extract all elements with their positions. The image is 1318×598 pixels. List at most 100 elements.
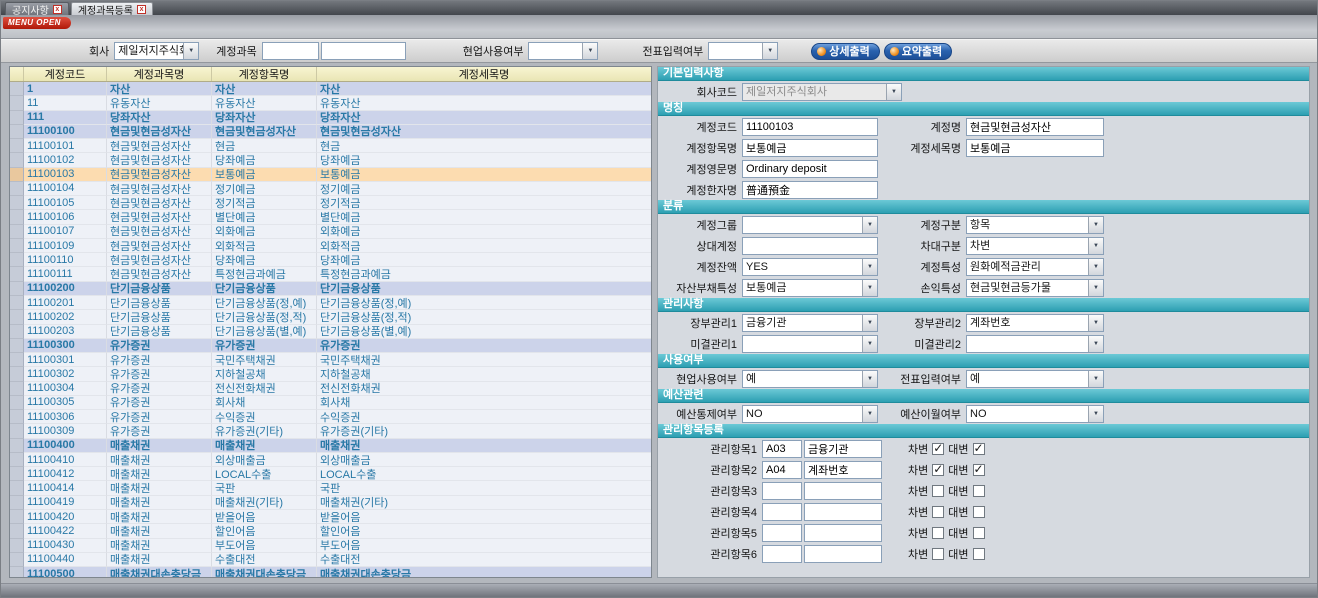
english-name-input[interactable] bbox=[742, 160, 878, 178]
mgmt-item-name-input[interactable] bbox=[804, 524, 882, 542]
row-indicator-cell[interactable] bbox=[10, 353, 24, 367]
table-row[interactable]: 11100410 매출채권 외상매출금 외상매출금 bbox=[10, 453, 651, 467]
ledger2-select[interactable]: 계좌번호 ▼ bbox=[966, 314, 1104, 332]
mgmt-item-code-input[interactable] bbox=[762, 440, 802, 458]
menu-open-button[interactable]: MENU OPEN bbox=[3, 17, 71, 29]
chevron-down-icon[interactable]: ▼ bbox=[1088, 406, 1103, 422]
mgmt-item-code-input[interactable] bbox=[762, 482, 802, 500]
table-row[interactable]: 11100500 매출채권대손충당금 매출채권대손충당금 매출채권대손충당금 bbox=[10, 567, 651, 577]
row-indicator-cell[interactable] bbox=[10, 225, 24, 239]
table-row[interactable]: 11 유동자산 유동자산 유동자산 bbox=[10, 96, 651, 110]
row-indicator-cell[interactable] bbox=[10, 467, 24, 481]
table-row[interactable]: 11100304 유가증권 전신전화채권 전신전화채권 bbox=[10, 382, 651, 396]
row-indicator-cell[interactable] bbox=[10, 196, 24, 210]
company-code-select[interactable]: 제일저지주식회사 ▼ bbox=[742, 83, 902, 101]
row-indicator-cell[interactable] bbox=[10, 481, 24, 495]
pending2-select[interactable]: ▼ bbox=[966, 335, 1104, 353]
budget-ctrl-select[interactable]: NO ▼ bbox=[742, 405, 878, 423]
debit-checkbox[interactable] bbox=[932, 443, 944, 455]
row-indicator-cell[interactable] bbox=[10, 296, 24, 310]
account-code-input[interactable] bbox=[742, 118, 878, 136]
row-indicator-cell[interactable] bbox=[10, 367, 24, 381]
chevron-down-icon[interactable]: ▼ bbox=[1088, 371, 1103, 387]
row-indicator-cell[interactable] bbox=[10, 182, 24, 196]
table-row[interactable]: 11100104 현금및현금성자산 정기예금 정기예금 bbox=[10, 182, 651, 196]
table-row[interactable]: 11100102 현금및현금성자산 당좌예금 당좌예금 bbox=[10, 153, 651, 167]
tab-account-registration[interactable]: 계정과목등록 x bbox=[71, 2, 153, 15]
row-indicator-cell[interactable] bbox=[10, 111, 24, 125]
account-name-filter-input[interactable] bbox=[321, 42, 406, 60]
credit-checkbox[interactable] bbox=[973, 443, 985, 455]
table-row[interactable]: 11100105 현금및현금성자산 정기적금 정기적금 bbox=[10, 196, 651, 210]
table-row[interactable]: 11100440 매출채권 수출대전 수출대전 bbox=[10, 553, 651, 567]
debit-checkbox[interactable] bbox=[932, 548, 944, 560]
row-indicator-cell[interactable] bbox=[10, 524, 24, 538]
row-indicator-cell[interactable] bbox=[10, 553, 24, 567]
chevron-down-icon[interactable]: ▼ bbox=[862, 315, 877, 331]
asset-trait-select[interactable]: 보통예금 ▼ bbox=[742, 279, 878, 297]
table-row[interactable]: 11100414 매출채권 국판 국판 bbox=[10, 481, 651, 495]
header-account-detail[interactable]: 계정세목명 bbox=[317, 67, 651, 81]
credit-checkbox[interactable] bbox=[973, 485, 985, 497]
row-indicator-cell[interactable] bbox=[10, 210, 24, 224]
table-row[interactable]: 11100305 유가증권 회사채 회사채 bbox=[10, 396, 651, 410]
counter-account-input[interactable] bbox=[742, 237, 878, 255]
row-indicator-cell[interactable] bbox=[10, 382, 24, 396]
row-indicator-cell[interactable] bbox=[10, 410, 24, 424]
row-indicator-cell[interactable] bbox=[10, 539, 24, 553]
field-use-select[interactable]: 예 ▼ bbox=[742, 370, 878, 388]
table-row[interactable]: 11100422 매출채권 할인어음 할인어음 bbox=[10, 524, 651, 538]
account-name-input[interactable] bbox=[966, 118, 1104, 136]
account-code-filter-input[interactable] bbox=[262, 42, 319, 60]
chevron-down-icon[interactable]: ▼ bbox=[762, 43, 777, 59]
row-indicator-cell[interactable] bbox=[10, 453, 24, 467]
row-indicator-cell[interactable] bbox=[10, 253, 24, 267]
mgmt-item-name-input[interactable] bbox=[804, 503, 882, 521]
chevron-down-icon[interactable]: ▼ bbox=[862, 371, 877, 387]
chevron-down-icon[interactable]: ▼ bbox=[1088, 280, 1103, 296]
budget-carry-select[interactable]: NO ▼ bbox=[966, 405, 1104, 423]
tab-close-icon[interactable]: x bbox=[137, 5, 146, 14]
chevron-down-icon[interactable]: ▼ bbox=[862, 406, 877, 422]
field-use-filter-select[interactable]: ▼ bbox=[528, 42, 598, 60]
debit-checkbox[interactable] bbox=[932, 527, 944, 539]
chevron-down-icon[interactable]: ▼ bbox=[862, 336, 877, 352]
chevron-down-icon[interactable]: ▼ bbox=[862, 280, 877, 296]
debit-checkbox[interactable] bbox=[932, 485, 944, 497]
table-row[interactable]: 11100400 매출채권 매출채권 매출채권 bbox=[10, 439, 651, 453]
row-indicator-cell[interactable] bbox=[10, 396, 24, 410]
mgmt-item-name-input[interactable] bbox=[804, 461, 882, 479]
tab-close-icon[interactable]: x bbox=[53, 5, 62, 14]
row-indicator-cell[interactable] bbox=[10, 125, 24, 139]
row-indicator-cell[interactable] bbox=[10, 239, 24, 253]
table-row[interactable]: 11100412 매출채권 LOCAL수출 LOCAL수출 bbox=[10, 467, 651, 481]
table-row[interactable]: 111 당좌자산 당좌자산 당좌자산 bbox=[10, 111, 651, 125]
tab-notice[interactable]: 공지사항 x bbox=[5, 2, 69, 15]
account-group-select[interactable]: ▼ bbox=[742, 216, 878, 234]
table-row[interactable]: 11100200 단기금융상품 단기금융상품 단기금융상품 bbox=[10, 282, 651, 296]
row-indicator-cell[interactable] bbox=[10, 339, 24, 353]
row-indicator-cell[interactable] bbox=[10, 424, 24, 438]
table-row[interactable]: 11100109 현금및현금성자산 외화적금 외화적금 bbox=[10, 239, 651, 253]
mgmt-item-name-input[interactable] bbox=[804, 440, 882, 458]
header-account-item[interactable]: 계정항목명 bbox=[212, 67, 317, 81]
chevron-down-icon[interactable]: ▼ bbox=[1088, 238, 1103, 254]
mgmt-item-name-input[interactable] bbox=[804, 545, 882, 563]
chevron-down-icon[interactable]: ▼ bbox=[1088, 259, 1103, 275]
mgmt-item-name-input[interactable] bbox=[804, 482, 882, 500]
credit-checkbox[interactable] bbox=[973, 548, 985, 560]
row-indicator-cell[interactable] bbox=[10, 153, 24, 167]
credit-checkbox[interactable] bbox=[973, 527, 985, 539]
detail-name-input[interactable] bbox=[966, 139, 1104, 157]
row-indicator-cell[interactable] bbox=[10, 310, 24, 324]
table-row[interactable]: 11100111 현금및현금성자산 특정현금과예금 특정현금과예금 bbox=[10, 267, 651, 281]
table-row[interactable]: 11100309 유가증권 유가증권(기타) 유가증권(기타) bbox=[10, 424, 651, 438]
table-row[interactable]: 11100107 현금및현금성자산 외화예금 외화예금 bbox=[10, 225, 651, 239]
detail-print-button[interactable]: 상세출력 bbox=[811, 43, 879, 60]
item-name-input[interactable] bbox=[742, 139, 878, 157]
balance-select[interactable]: YES ▼ bbox=[742, 258, 878, 276]
table-row[interactable]: 11100202 단기금융상품 단기금융상품(정,적) 단기금융상품(정,적) bbox=[10, 310, 651, 324]
row-indicator-cell[interactable] bbox=[10, 82, 24, 96]
chevron-down-icon[interactable]: ▼ bbox=[582, 43, 597, 59]
chevron-down-icon[interactable]: ▼ bbox=[183, 43, 198, 59]
